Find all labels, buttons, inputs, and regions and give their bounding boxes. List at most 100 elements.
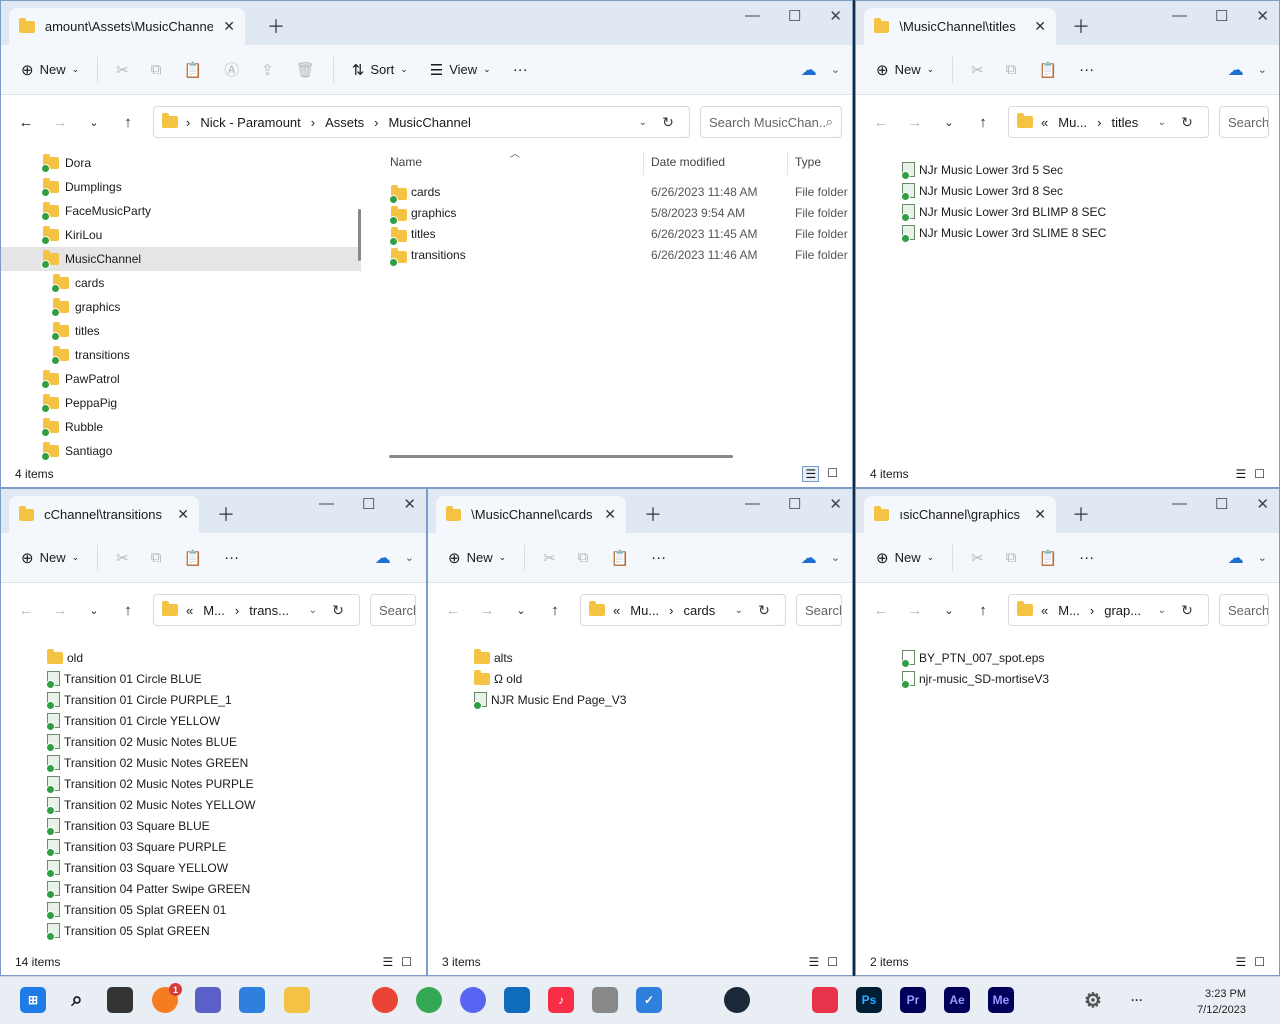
list-item[interactable]: BY_PTN_007_spot.eps — [901, 647, 1049, 668]
column-header-date[interactable]: Date modified — [651, 155, 725, 169]
large-icons-view-icon[interactable]: ☐ — [827, 466, 838, 482]
new-tab-button[interactable]: ＋ — [644, 501, 662, 527]
breadcrumb-item[interactable]: titles — [1111, 115, 1138, 130]
back-button[interactable]: ← — [866, 114, 896, 131]
list-item[interactable]: NJR Music End Page_V3 — [473, 689, 626, 710]
view-button[interactable]: ☰ View ⌄ — [422, 55, 499, 85]
creative-cloud-icon[interactable] — [812, 987, 838, 1013]
search-input[interactable]: Search — [1219, 594, 1269, 626]
list-item[interactable]: Transition 03 Square YELLOW — [46, 857, 255, 878]
list-item[interactable]: Transition 01 Circle YELLOW — [46, 710, 255, 731]
up-button[interactable]: ↑ — [113, 114, 143, 131]
tab-cards[interactable]: \MusicChannel\cards ✕ — [436, 496, 626, 533]
breadcrumb-item[interactable]: grap... — [1104, 603, 1141, 618]
column-header-name[interactable]: Name — [390, 155, 422, 169]
store-icon[interactable] — [239, 987, 265, 1013]
paste-button[interactable]: 📋 — [1030, 543, 1065, 573]
more-button[interactable]: ··· — [1071, 543, 1102, 573]
maximize-button[interactable]: ☐ — [1215, 495, 1228, 513]
new-tab-button[interactable]: ＋ — [1072, 13, 1090, 39]
breadcrumb-item[interactable]: trans... — [249, 603, 289, 618]
list-item[interactable]: Transition 01 Circle BLUE — [46, 668, 255, 689]
refresh-icon[interactable]: ↻ — [1174, 114, 1200, 131]
overflow-crumb[interactable]: « — [186, 603, 193, 618]
close-tab-icon[interactable]: ✕ — [1034, 18, 1046, 35]
close-button[interactable]: ✕ — [403, 495, 416, 513]
paste-button[interactable]: 📋 — [175, 55, 210, 85]
list-item[interactable]: Transition 01 Circle PURPLE_1 — [46, 689, 255, 710]
new-button[interactable]: ⊕ New ⌄ — [868, 55, 942, 85]
forward-button[interactable]: → — [45, 602, 75, 619]
details-view-icon[interactable]: ☰ — [382, 955, 393, 969]
new-tab-button[interactable]: ＋ — [1072, 501, 1090, 527]
breadcrumb-item[interactable]: M... — [203, 603, 225, 618]
address-bar[interactable]: « M... › trans... ⌄ ↻ — [153, 594, 360, 626]
recent-button[interactable]: ⌄ — [506, 604, 536, 617]
file-row[interactable]: graphics 5/8/2023 9:54 AM File folder — [373, 203, 852, 225]
close-tab-icon[interactable]: ✕ — [604, 506, 616, 523]
tree-item[interactable]: graphics — [1, 295, 361, 319]
back-button[interactable]: ← — [11, 114, 41, 131]
address-bar[interactable]: › Nick - Paramount › Assets › MusicChann… — [153, 106, 690, 138]
maximize-button[interactable]: ☐ — [788, 7, 801, 25]
search-input[interactable]: Search — [370, 594, 416, 626]
close-tab-icon[interactable]: ✕ — [177, 506, 189, 523]
delete-button[interactable]: 🗑 — [288, 55, 323, 85]
recent-button[interactable]: ⌄ — [934, 604, 964, 617]
chevron-down-icon[interactable]: ⌄ — [639, 117, 647, 128]
overflow-crumb[interactable]: « — [1041, 115, 1048, 130]
copy-button[interactable]: ⧉ — [143, 543, 170, 573]
back-button[interactable]: ← — [438, 602, 468, 619]
file-row[interactable]: titles 6/26/2023 11:45 AM File folder — [373, 224, 852, 246]
close-button[interactable]: ✕ — [1256, 7, 1269, 25]
rename-button[interactable]: Ⓐ — [216, 55, 247, 85]
system-clock[interactable]: 3:23 PM 7/12/2023 — [1197, 986, 1246, 1018]
new-tab-button[interactable]: ＋ — [267, 13, 285, 39]
list-item[interactable]: NJr Music Lower 3rd SLIME 8 SEC — [901, 222, 1106, 243]
refresh-icon[interactable]: ↻ — [1174, 602, 1200, 619]
chevron-down-icon[interactable]: ⌄ — [735, 605, 743, 616]
file-explorer-icon[interactable] — [284, 987, 310, 1013]
music-icon[interactable]: ♪ — [548, 987, 574, 1013]
steam-icon[interactable] — [724, 987, 750, 1013]
list-item[interactable]: Transition 05 Splat GREEN — [46, 920, 255, 941]
cut-button[interactable]: ✂ — [108, 543, 137, 573]
tree-item[interactable]: titles — [1, 319, 361, 343]
breadcrumb-item[interactable]: M... — [1058, 603, 1080, 618]
large-icons-view-icon[interactable]: ☐ — [401, 955, 412, 969]
tab-transitions[interactable]: cChannel\transitions ✕ — [9, 496, 199, 533]
breadcrumb-item[interactable]: Assets — [325, 115, 364, 130]
up-button[interactable]: ↑ — [540, 602, 570, 619]
onedrive-button[interactable]: ☁ ⌄ — [375, 548, 414, 568]
close-tab-icon[interactable]: ✕ — [223, 18, 235, 35]
details-view-icon[interactable]: ☰ — [802, 466, 820, 482]
breadcrumb-item[interactable]: Mu... — [1058, 115, 1087, 130]
breadcrumb-item[interactable]: Mu... — [630, 603, 659, 618]
new-button[interactable]: ⊕ New ⌄ — [868, 543, 942, 573]
recent-button[interactable]: ⌄ — [79, 604, 109, 617]
todo-icon[interactable]: ✓ — [636, 987, 662, 1013]
back-button[interactable]: ← — [866, 602, 896, 619]
list-item[interactable]: NJr Music Lower 3rd 8 Sec — [901, 180, 1106, 201]
tree-item[interactable]: cards — [1, 271, 361, 295]
after-effects-icon[interactable]: Ae — [944, 987, 970, 1013]
copy-button[interactable]: ⧉ — [998, 543, 1025, 573]
cut-button[interactable]: ✂ — [108, 55, 137, 85]
large-icons-view-icon[interactable]: ☐ — [1254, 467, 1265, 481]
list-item[interactable]: Transition 02 Music Notes YELLOW — [46, 794, 255, 815]
large-icons-view-icon[interactable]: ☐ — [1254, 955, 1265, 969]
tree-item[interactable]: Santiago — [1, 439, 361, 463]
address-bar[interactable]: « M... › grap... ⌄ ↻ — [1008, 594, 1209, 626]
onedrive-button[interactable]: ☁ ⌄ — [801, 548, 840, 568]
onedrive-button[interactable]: ☁ ⌄ — [801, 60, 840, 80]
list-item[interactable]: Transition 03 Square BLUE — [46, 815, 255, 836]
file-row[interactable]: cards 6/26/2023 11:48 AM File folder — [373, 182, 852, 204]
new-button[interactable]: ⊕ New ⌄ — [440, 543, 514, 573]
apple-icon[interactable] — [592, 987, 618, 1013]
forward-button[interactable]: → — [900, 114, 930, 131]
breadcrumb-item[interactable]: Nick - Paramount — [200, 115, 300, 130]
sort-button[interactable]: ⇅ Sort ⌄ — [344, 55, 416, 85]
outlook-icon[interactable] — [504, 987, 530, 1013]
minimize-button[interactable]: — — [1172, 495, 1187, 513]
breadcrumb-item[interactable]: MusicChannel — [388, 115, 470, 130]
